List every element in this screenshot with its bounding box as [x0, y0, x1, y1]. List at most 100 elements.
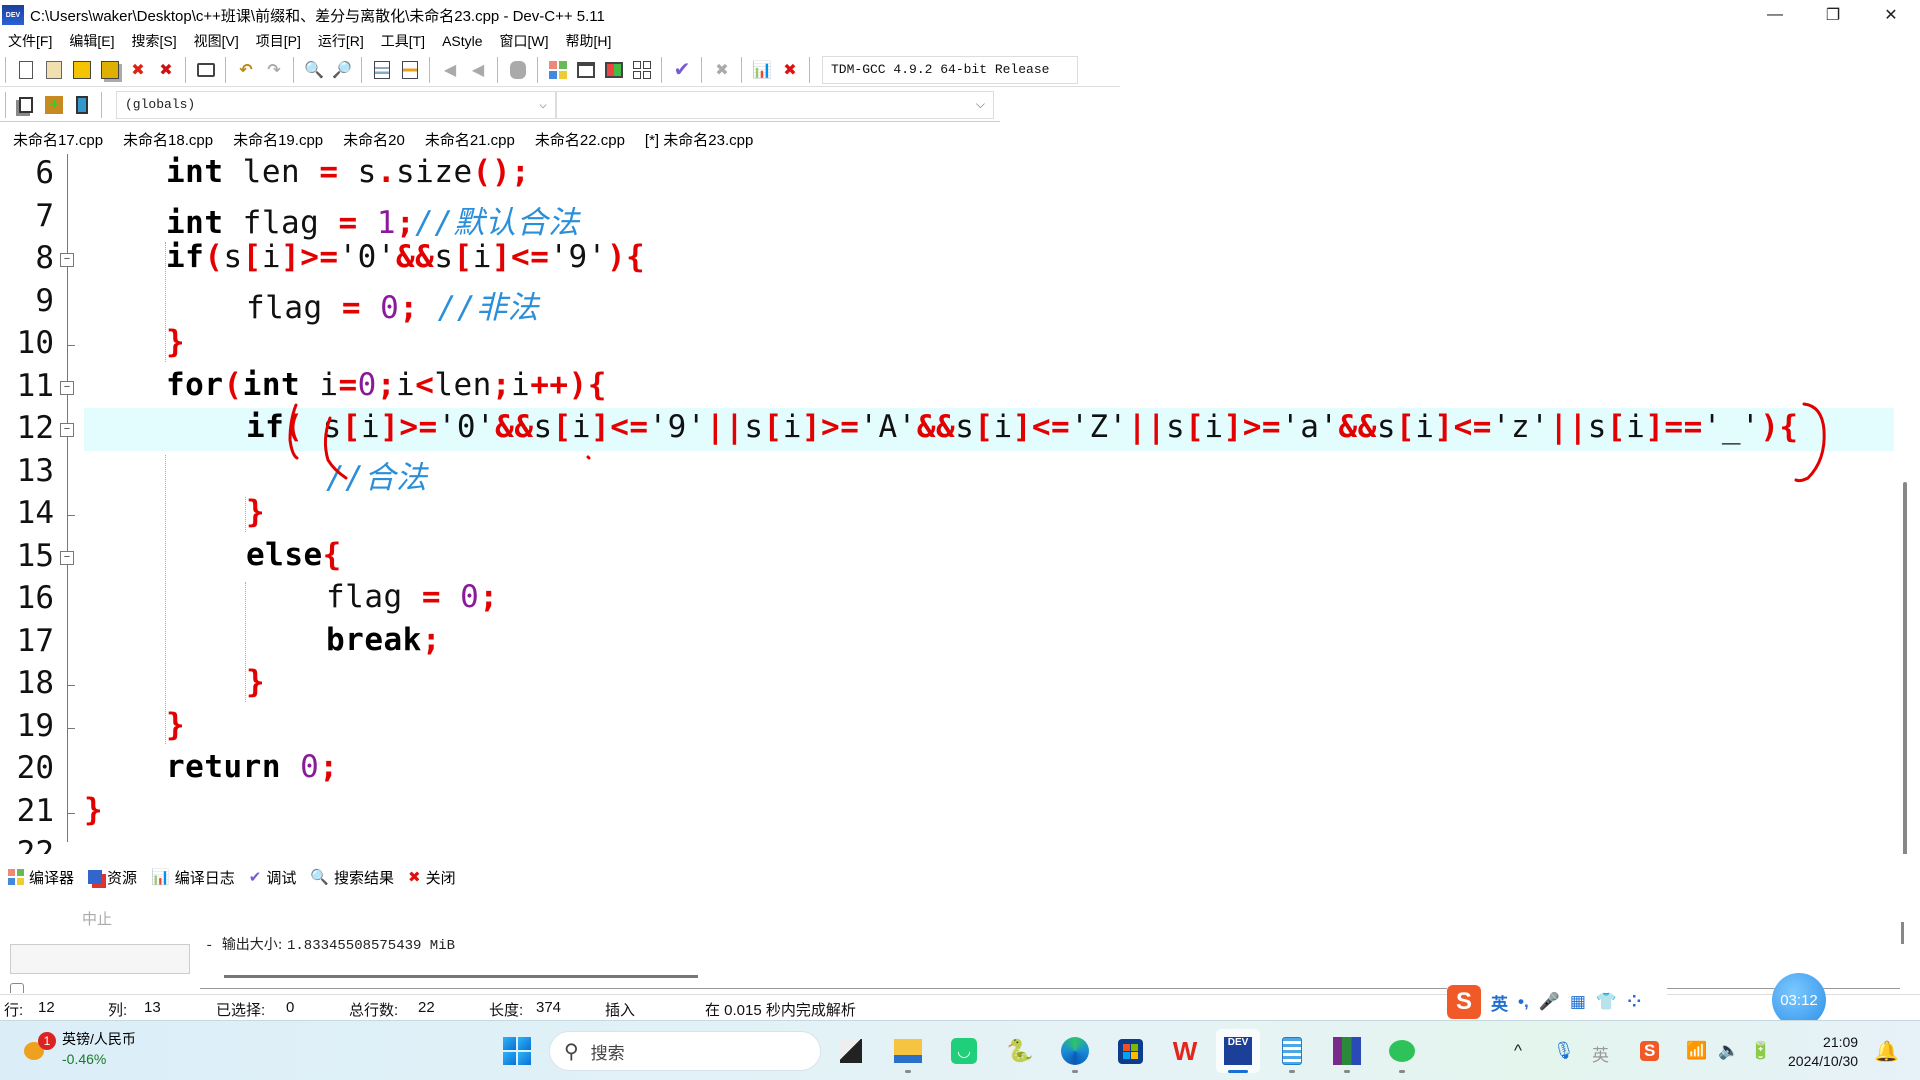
menu-edit[interactable]: 编辑[E]	[61, 31, 123, 51]
code-line[interactable]: return 0;	[166, 749, 339, 785]
file-tab[interactable]: 未命名20	[330, 126, 412, 152]
redo-button[interactable]: ↷	[261, 57, 287, 83]
log-vertical-scrollbar[interactable]	[1901, 922, 1904, 944]
wifi-icon[interactable]: 📶	[1686, 1041, 1707, 1061]
menu-project[interactable]: 项目[P]	[248, 31, 310, 51]
close-button[interactable]: ✕	[1862, 0, 1920, 30]
abort-button[interactable]: 中止	[82, 908, 112, 929]
file-tab[interactable]: 未命名19.cpp	[220, 126, 330, 152]
close-all-button[interactable]: ✖	[153, 57, 179, 83]
open-file-button[interactable]	[41, 57, 67, 83]
code-line[interactable]: else{	[246, 537, 342, 573]
fold-toggle[interactable]: −	[60, 253, 74, 267]
recording-timer[interactable]: 03:12	[1772, 973, 1826, 1027]
undo-button[interactable]: ↶	[233, 57, 259, 83]
code-line[interactable]: }	[166, 707, 185, 743]
notification-bell-icon[interactable]: 🔔	[1874, 1039, 1899, 1064]
save-button[interactable]	[69, 57, 95, 83]
taskbar-app-devcpp[interactable]: DEV	[1216, 1029, 1260, 1073]
panel-tab-search-results[interactable]: 🔍 搜索结果	[302, 864, 400, 890]
panel-tab-resources[interactable]: 资源	[80, 864, 143, 890]
unindent-button[interactable]: ◀	[465, 57, 491, 83]
panel-tab-compiler[interactable]: 编译器	[0, 864, 80, 890]
taskbar-app-notepad[interactable]	[1270, 1029, 1314, 1073]
panel-tab-compile-log[interactable]: 📊 编译日志	[143, 864, 241, 890]
code-line[interactable]: }	[166, 324, 185, 360]
volume-icon[interactable]: 🔈	[1718, 1041, 1739, 1061]
menu-search[interactable]: 搜索[S]	[123, 31, 185, 51]
code-line[interactable]: }	[84, 792, 103, 828]
menu-help[interactable]: 帮助[H]	[558, 31, 621, 51]
taskbar-app-store[interactable]	[1108, 1029, 1152, 1073]
save-all-button[interactable]	[97, 57, 123, 83]
indent-button[interactable]: ◀	[437, 57, 463, 83]
file-tab[interactable]: 未命名17.cpp	[0, 126, 110, 152]
sogou-logo-icon[interactable]: S	[1447, 985, 1481, 1019]
fold-toggle[interactable]: −	[60, 550, 74, 565]
insert-button[interactable]	[69, 92, 95, 118]
start-button[interactable]	[503, 1037, 531, 1065]
menu-file[interactable]: 文件[F]	[0, 31, 61, 51]
menu-run[interactable]: 运行[R]	[310, 31, 373, 51]
panel-tab-debug[interactable]: ✔ 调试	[241, 864, 303, 890]
code-editor[interactable]: 6 int len = s.size(); 7 int flag = 1;//默认合法…	[0, 154, 1920, 854]
delete-profile-button[interactable]: ✖	[777, 57, 803, 83]
taskbar-app-task-view[interactable]	[829, 1029, 873, 1073]
checkbox[interactable]	[10, 983, 24, 993]
ime-punctuation-toggle[interactable]: •,	[1518, 992, 1529, 1012]
stop-button[interactable]: ✖	[709, 57, 735, 83]
compile-run-button[interactable]	[601, 57, 627, 83]
find-button[interactable]: 🔍	[301, 57, 327, 83]
run-button[interactable]	[573, 57, 599, 83]
print-button[interactable]	[193, 57, 219, 83]
code-line[interactable]: if( s[i]>='0'&&s[i]<='9'||s[i]>='A'&&s[i…	[246, 409, 1799, 445]
file-tab[interactable]: 未命名21.cpp	[412, 126, 522, 152]
file-tab-active[interactable]: [*] 未命名23.cpp	[631, 126, 761, 152]
restore-button[interactable]: ❐	[1804, 0, 1862, 30]
editor-vertical-scrollbar[interactable]	[1903, 482, 1907, 854]
taskbar-app-winrar[interactable]	[1325, 1029, 1369, 1073]
ime-language-toggle[interactable]: 英	[1491, 990, 1508, 1015]
taskbar-clock[interactable]: 21:09 2024/10/30	[1788, 1033, 1858, 1071]
tray-sogou-icon[interactable]: S	[1640, 1041, 1660, 1061]
panel-tab-close[interactable]: ✖ 关闭	[400, 864, 462, 890]
taskbar-app-python[interactable]: 🐍	[998, 1029, 1042, 1073]
code-line[interactable]: break;	[326, 622, 441, 658]
code-line[interactable]: //合法	[326, 452, 427, 497]
menu-view[interactable]: 视图[V]	[186, 31, 248, 51]
code-line[interactable]: int flag = 1;//默认合法	[166, 197, 580, 242]
compile-button[interactable]	[545, 57, 571, 83]
tray-overflow-chevron[interactable]: ^	[1514, 1041, 1522, 1061]
add-member-button[interactable]: +	[41, 92, 67, 118]
keyboard-icon[interactable]: ▦	[1570, 992, 1586, 1012]
goto-line-button[interactable]	[369, 57, 395, 83]
class-combo[interactable]: (globals) ⌵	[116, 90, 556, 119]
file-tab[interactable]: 未命名18.cpp	[110, 126, 220, 152]
microphone-icon[interactable]: 🎤	[1539, 992, 1560, 1012]
log-horizontal-scrollbar[interactable]	[224, 975, 698, 978]
new-class-button[interactable]	[13, 92, 39, 118]
ime-menu-icon[interactable]: ⁘	[1627, 992, 1641, 1012]
taskbar-app-shopping[interactable]: ◡	[942, 1029, 986, 1073]
comment-button[interactable]	[505, 57, 531, 83]
taskbar-app-wps[interactable]: W	[1163, 1029, 1207, 1073]
profile-button[interactable]: 📊	[749, 57, 775, 83]
minimize-button[interactable]: —	[1746, 0, 1804, 30]
code-line[interactable]: flag = 0; //非法	[246, 282, 539, 327]
tray-microphone-icon[interactable]: 🎙	[1553, 1041, 1575, 1061]
code-line[interactable]: }	[246, 494, 265, 530]
taskbar-search[interactable]: ⚲ 搜索	[549, 1031, 821, 1071]
code-line[interactable]: int len = s.size();	[166, 154, 530, 190]
code-line[interactable]: }	[246, 664, 265, 700]
code-line[interactable]: for(int i=0;i<len;i++){	[166, 367, 607, 403]
fold-toggle[interactable]: −	[60, 380, 74, 395]
close-file-button[interactable]: ✖	[125, 57, 151, 83]
skin-icon[interactable]: 👕	[1596, 992, 1617, 1012]
currency-widget[interactable]: 1 英镑/人民币 -0.46%	[22, 1029, 136, 1069]
file-tab[interactable]: 未命名22.cpp	[522, 126, 632, 152]
menu-astyle[interactable]: AStyle	[434, 33, 491, 49]
syntax-check-button[interactable]: ✔	[669, 57, 695, 83]
replace-button[interactable]: 🔎	[329, 57, 355, 83]
taskbar-app-wechat[interactable]	[1380, 1029, 1424, 1073]
bookmark-button[interactable]	[397, 57, 423, 83]
